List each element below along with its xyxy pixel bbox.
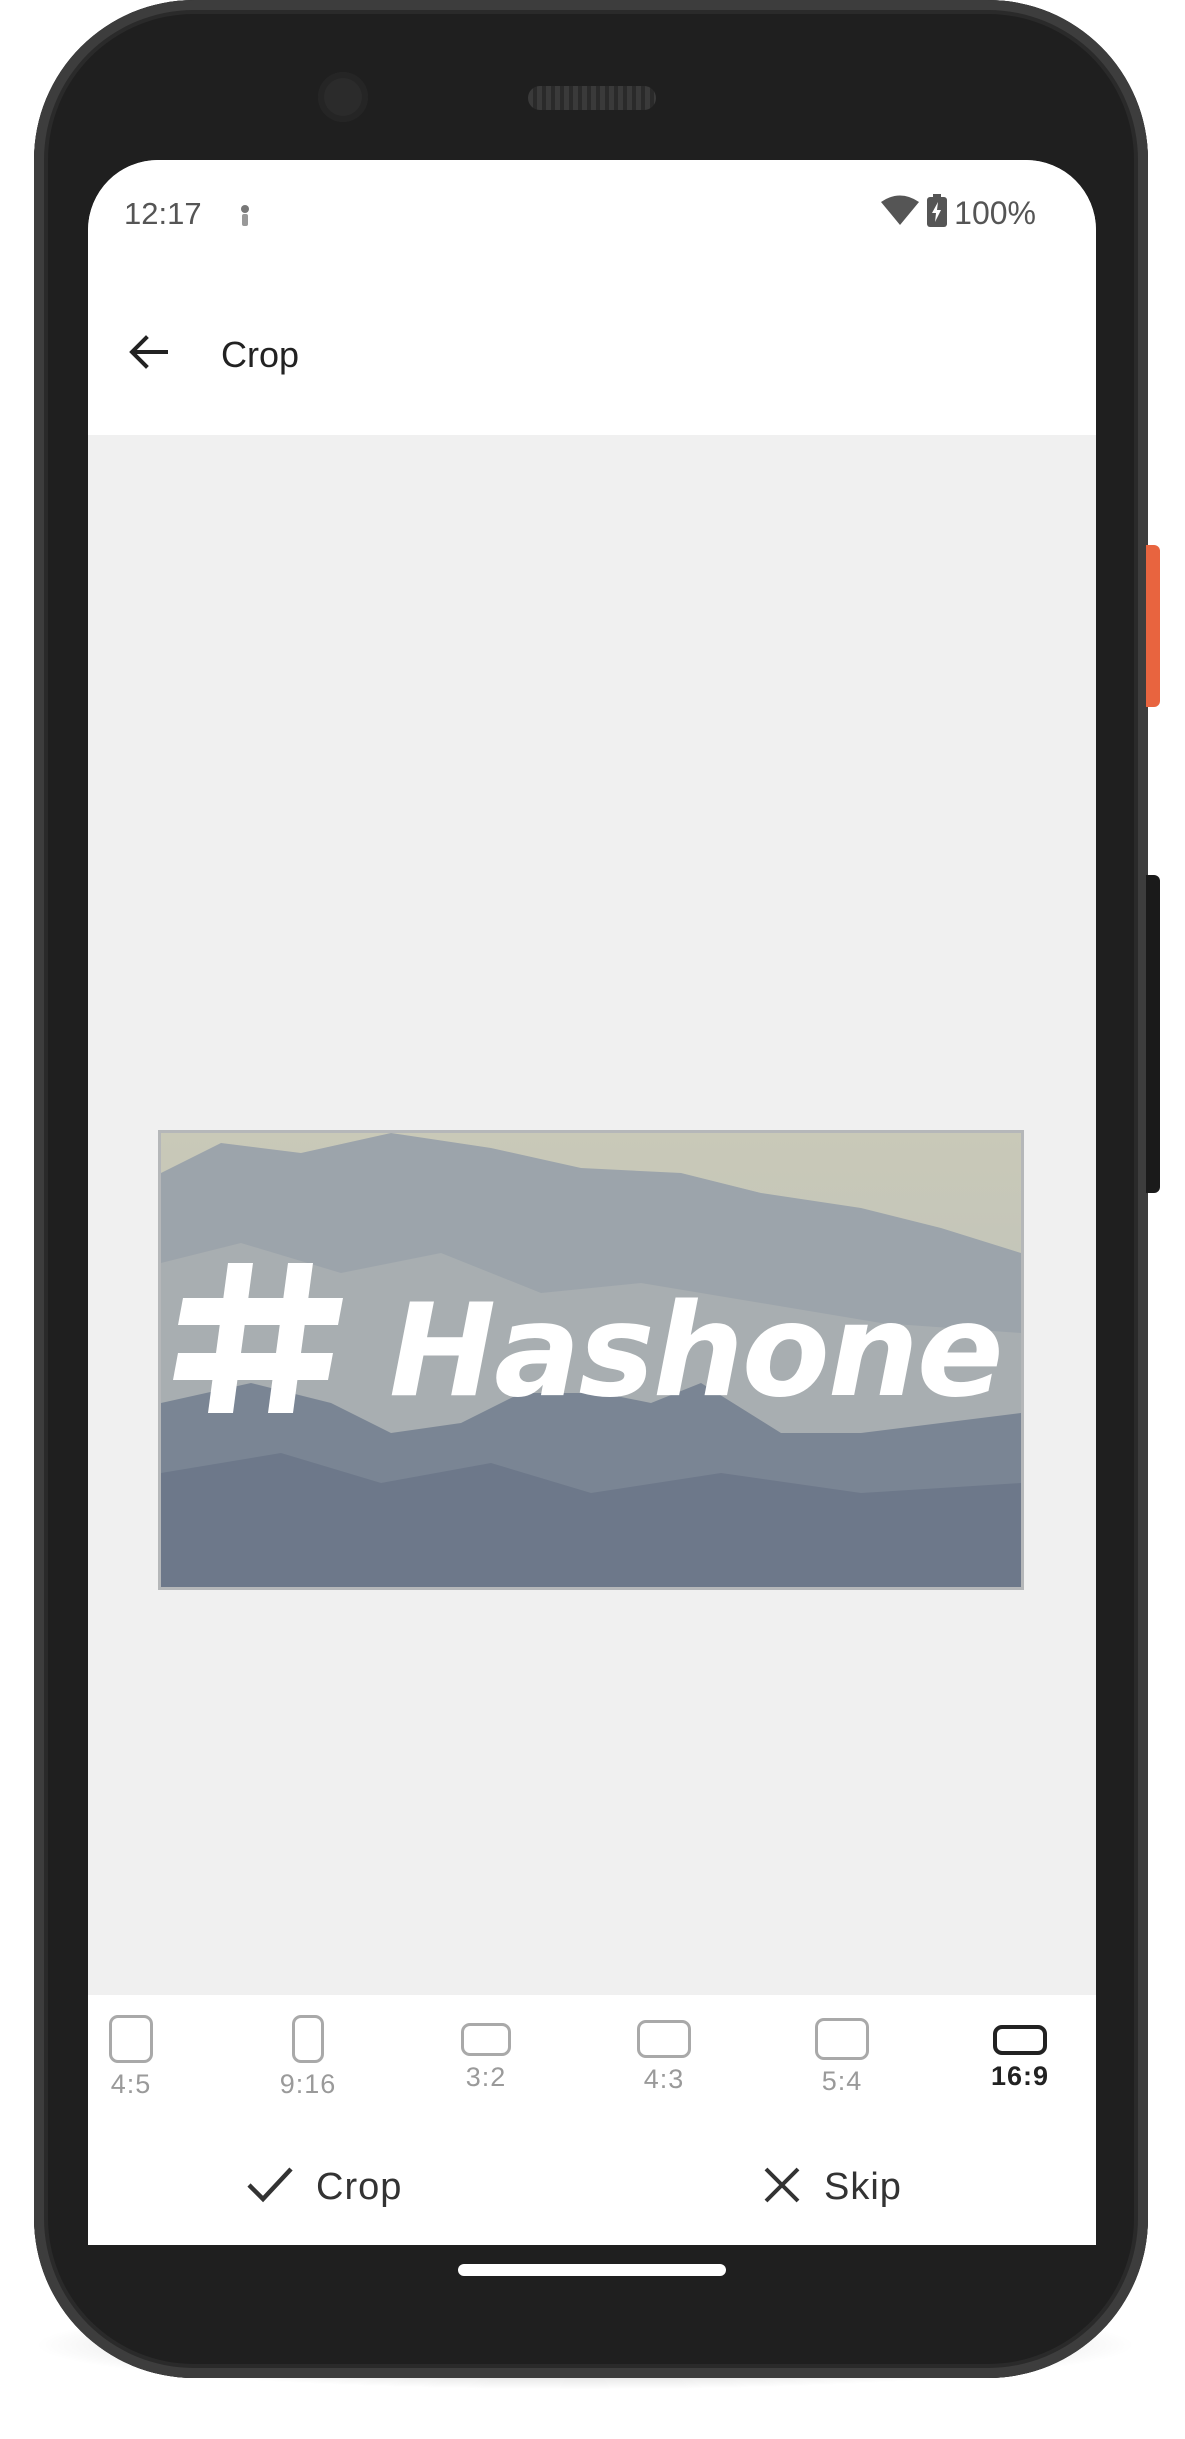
close-icon: [762, 2165, 802, 2210]
ratio-label: 3:2: [465, 2062, 507, 2092]
aspect-ratio-bar: 4:5 9:16 3:2 4:3 5:4 16:9: [88, 1995, 1096, 2130]
status-icons: 100%: [880, 194, 1036, 233]
ratio-5-4-icon: [815, 2018, 869, 2060]
ratio-3-2[interactable]: 3:2: [426, 1995, 546, 2130]
ratio-label: 4:3: [643, 2064, 685, 2094]
check-icon: [246, 2165, 294, 2210]
ratio-16-9-icon: [993, 2025, 1047, 2055]
ratio-4-3[interactable]: 4:3: [604, 1995, 724, 2130]
action-bar: Crop Skip: [88, 2130, 1096, 2245]
back-button[interactable]: [116, 322, 180, 386]
brand-text: Hashone: [389, 1277, 1004, 1426]
crop-frame[interactable]: Hashone: [158, 1130, 1024, 1590]
volume-button: [1146, 875, 1160, 1193]
ratio-4-5[interactable]: 4:5: [88, 1995, 191, 2130]
ratio-5-4[interactable]: 5:4: [782, 1995, 902, 2130]
ratio-label: 5:4: [821, 2066, 863, 2096]
notification-icon: [234, 200, 256, 230]
hash-logo-icon: [173, 1263, 343, 1413]
ratio-label: 4:5: [110, 2069, 152, 2099]
crop-canvas: Hashone: [88, 435, 1096, 1995]
crop-button[interactable]: Crop: [246, 2152, 402, 2222]
skip-button-label: Skip: [824, 2165, 902, 2208]
arrow-left-icon: [128, 334, 168, 374]
ratio-4-5-icon: [109, 2015, 153, 2063]
ratio-label: 9:16: [279, 2069, 337, 2099]
earpiece-speaker: [528, 86, 656, 110]
page-title: Crop: [221, 334, 300, 375]
battery-percent: 100%: [954, 195, 1036, 231]
power-button: [1146, 545, 1160, 707]
ratio-label: 16:9: [990, 2061, 1050, 2091]
front-camera: [318, 72, 368, 122]
home-indicator[interactable]: [458, 2264, 726, 2276]
screen: 12:17 100% Crop Hashone 4:5 9:16 3:2 4:3…: [88, 160, 1096, 2245]
status-bar: 12:17 100%: [88, 160, 1096, 270]
wifi-icon: [880, 195, 920, 232]
ratio-16-9[interactable]: 16:9: [960, 1995, 1080, 2130]
ratio-4-3-icon: [637, 2020, 691, 2058]
ratio-9-16-icon: [292, 2015, 324, 2063]
ratio-3-2-icon: [461, 2023, 511, 2056]
app-bar: Crop: [88, 270, 1096, 435]
battery-charging-icon: [926, 194, 948, 233]
skip-button[interactable]: Skip: [762, 2152, 902, 2222]
ratio-9-16[interactable]: 9:16: [248, 1995, 368, 2130]
status-time: 12:17: [124, 196, 202, 231]
crop-button-label: Crop: [316, 2165, 403, 2208]
